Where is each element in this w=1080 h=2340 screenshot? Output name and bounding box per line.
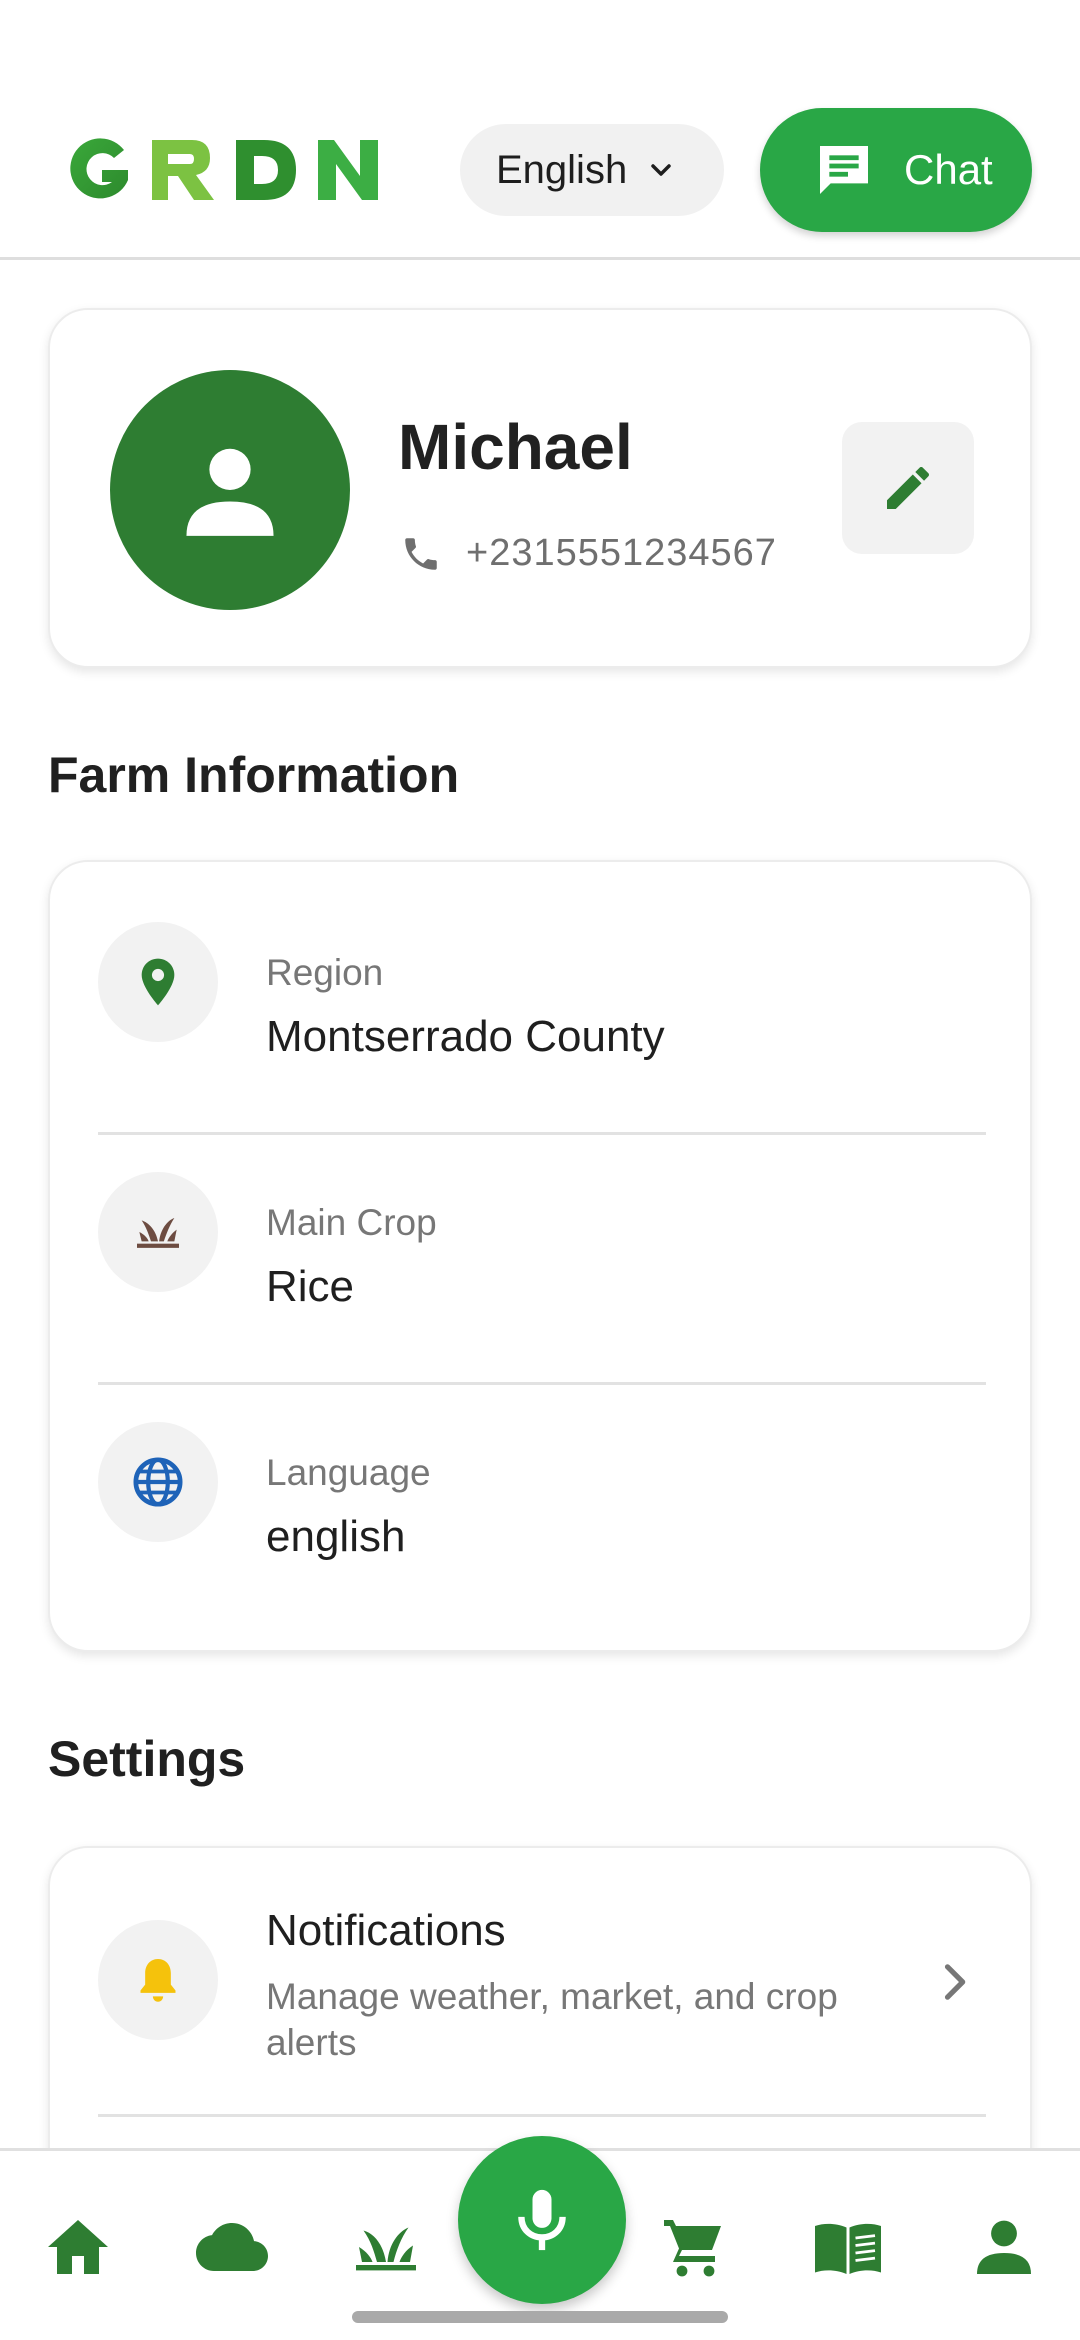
notifications-title: Notifications	[266, 1906, 506, 1955]
crops-icon	[356, 2227, 416, 2271]
voice-mic-button[interactable]	[458, 2136, 626, 2304]
region-value: Montserrado County	[266, 1012, 665, 1061]
market-cart-icon	[664, 2220, 721, 2277]
home-icon	[48, 2220, 108, 2274]
chevron-right-icon	[944, 1964, 966, 2000]
avatar	[110, 370, 350, 610]
person-icon	[186, 448, 274, 536]
chat-button-label: Chat	[904, 146, 993, 193]
edit-profile-button[interactable]	[842, 422, 974, 554]
farm-info-heading: Farm Information	[48, 747, 460, 803]
language-icon-circle	[98, 1422, 218, 1542]
bell-icon	[140, 1959, 176, 2002]
chat-button[interactable]: Chat	[760, 108, 1032, 232]
nav-weather[interactable]	[184, 2199, 280, 2295]
profile-icon	[977, 2220, 1031, 2274]
language-dropdown-label: English	[496, 147, 628, 192]
phone-icon	[405, 537, 437, 570]
phone-number: +2315551234567	[466, 532, 777, 574]
chat-bubble-icon	[820, 146, 868, 194]
location-pin-icon	[141, 958, 175, 1006]
crop-icon-circle	[98, 1172, 218, 1292]
notifications-description: Manage weather, market, and crop alerts	[266, 1976, 838, 2063]
farm-info-crop-row: Main Crop Rice	[98, 1112, 986, 1352]
profile-phone: +2315551234567	[400, 532, 777, 575]
profile-screen: English Chat Michael +2315551234567 Farm…	[0, 0, 1080, 2340]
farm-info-language-row: Language english	[98, 1362, 986, 1602]
nav-guide[interactable]	[800, 2199, 896, 2295]
farm-info-region-row: Region Montserrado County	[98, 862, 986, 1102]
main-crop-value: Rice	[266, 1262, 355, 1311]
settings-heading: Settings	[48, 1731, 246, 1787]
language-dropdown[interactable]: English	[460, 124, 724, 216]
grdn-logo	[70, 138, 378, 200]
nav-home[interactable]	[30, 2199, 126, 2295]
app-header: English Chat	[0, 0, 1080, 260]
settings-notifications-row[interactable]: Notifications Manage weather, market, an…	[98, 1848, 986, 2118]
main-crop-label: Main Crop	[266, 1202, 437, 1243]
guide-book-icon	[815, 2223, 881, 2274]
profile-name: Michael	[398, 411, 633, 483]
profile-card: Michael +2315551234567	[48, 308, 1032, 668]
chevron-down-icon	[651, 164, 671, 176]
nav-profile[interactable]	[956, 2199, 1052, 2295]
language-value: english	[266, 1512, 406, 1561]
crop-sprout-icon	[137, 1218, 179, 1248]
nav-market[interactable]	[646, 2199, 742, 2295]
nav-crops[interactable]	[338, 2199, 434, 2295]
notifications-icon-circle	[98, 1920, 218, 2040]
region-icon-circle	[98, 922, 218, 1042]
pencil-icon	[887, 467, 929, 509]
divider	[98, 2114, 986, 2117]
weather-cloud-icon	[196, 2223, 268, 2271]
region-label: Region	[266, 952, 384, 993]
language-label: Language	[266, 1452, 431, 1493]
globe-icon	[133, 1457, 183, 1507]
microphone-icon	[518, 2189, 566, 2251]
home-indicator	[352, 2311, 728, 2323]
farm-info-card: Region Montserrado County Main Crop Rice	[48, 860, 1032, 1652]
